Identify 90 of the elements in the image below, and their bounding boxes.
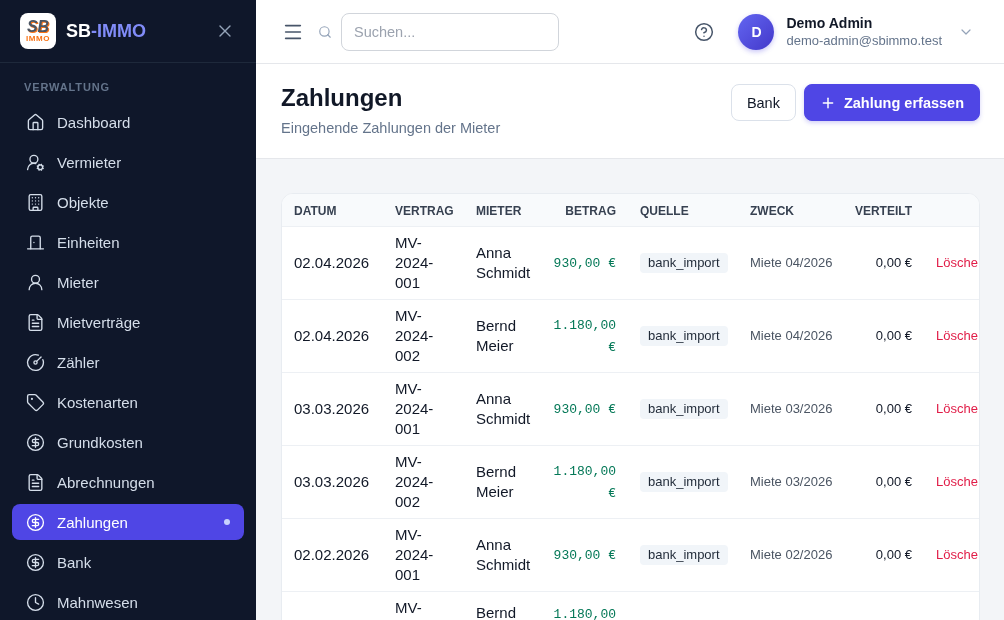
payment-amount: 1.180,00 € (553, 463, 616, 501)
clock-icon (26, 592, 45, 612)
source-tag: bank_import (640, 545, 728, 565)
search-icon (318, 24, 332, 39)
column-header: QUELLE (640, 203, 689, 218)
sidebar-item[interactable]: Einheiten (12, 224, 244, 260)
tenant-name: Anna Schmidt (476, 243, 531, 281)
dollar-coin-icon (26, 552, 45, 572)
dollar-coin-icon (26, 432, 45, 452)
page-subtitle: Eingehende Zahlungen der Mieter (281, 119, 501, 138)
delete-link[interactable]: Lösche (936, 255, 978, 270)
bank-button[interactable]: Bank (730, 84, 796, 121)
payment-amount: 930,00 € (553, 401, 616, 417)
source-tag: bank_import (640, 326, 728, 346)
delete-link[interactable]: Lösche (936, 328, 978, 343)
sidebar-item[interactable]: Mietverträge (12, 304, 244, 340)
payment-purpose: Miete 04/2026 (750, 255, 833, 270)
payment-date: 03.03.2026 (294, 399, 370, 417)
distributed-amount: 0,00 € (875, 255, 912, 270)
sidebar-item[interactable]: Zähler (12, 344, 244, 380)
page-title: Zahlungen (281, 84, 403, 112)
user-email: demo-admin@sbimmo.test (786, 32, 942, 49)
search-field[interactable]: Suchen... (341, 12, 559, 51)
contract-number: MV-2024-001 (395, 525, 434, 583)
sidebar-item[interactable]: Objekte (12, 184, 244, 220)
dollar-coin-icon (26, 512, 45, 532)
payment-purpose: Miete 03/2026 (750, 401, 833, 416)
column-header: VERTRAG (395, 203, 454, 218)
sidebar-item[interactable]: Grundkosten (12, 424, 244, 460)
tag-icon (26, 392, 45, 412)
delete-link[interactable]: Lösche (936, 474, 978, 489)
brand-name: SB-IMMO (66, 20, 146, 42)
sidebar-item[interactable]: Zahlungen (12, 504, 244, 540)
payment-date: 02.04.2026 (294, 326, 370, 344)
payment-amount: 1.180,00 € (553, 317, 616, 355)
column-header: MIETER (476, 203, 522, 218)
door-icon (26, 232, 45, 252)
user-icon (26, 272, 45, 292)
payment-date: 03.03.2026 (294, 472, 370, 490)
sidebar-item[interactable]: Mahnwesen (12, 584, 244, 620)
section-label: VERWALTUNG (23, 81, 111, 93)
gauge-icon (26, 352, 45, 372)
tenant-name: Bernd (476, 603, 517, 620)
column-header: DATUM (294, 203, 337, 218)
help-icon[interactable] (694, 21, 715, 42)
user-cog-icon (26, 152, 45, 172)
distributed-amount: 0,00 € (875, 547, 912, 562)
sidebar-item[interactable]: Kostenarten (12, 384, 244, 420)
sidebar-item[interactable]: Abrechnungen (12, 464, 244, 500)
active-dot-icon (224, 519, 230, 525)
sidebar-item[interactable]: Dashboard (12, 104, 244, 140)
distributed-amount: 0,00 € (875, 401, 912, 416)
payment-purpose: Miete 03/2026 (750, 474, 833, 489)
distributed-amount: 0,00 € (875, 328, 912, 343)
contract-number: MV- (395, 598, 422, 616)
document-icon (26, 472, 45, 492)
tenant-name: Bernd Meier (476, 316, 517, 354)
payment-date: 02.04.2026 (294, 253, 370, 271)
payment-purpose: Miete 04/2026 (750, 328, 833, 343)
distributed-amount: 0,00 € (875, 474, 912, 489)
source-tag: bank_import (640, 399, 728, 419)
tenant-name: Anna Schmidt (476, 389, 531, 427)
source-tag: bank_import (640, 253, 728, 273)
user-name: Demo Admin (786, 14, 873, 32)
contract-number: MV-2024-002 (395, 306, 434, 364)
sidebar-item[interactable]: Bank (12, 544, 244, 580)
logo: SB IMMO (20, 13, 56, 49)
contract-number: MV-2024-002 (395, 452, 434, 510)
contract-number: MV-2024-001 (395, 379, 434, 437)
payment-amount: 930,00 € (553, 255, 616, 271)
payment-amount: 1.180,00 (553, 606, 616, 620)
add-payment-button[interactable]: Zahlung erfassen (803, 84, 980, 121)
column-header: ZWECK (750, 203, 794, 218)
document-icon (26, 312, 45, 332)
column-header: BETRAG (565, 203, 616, 218)
home-icon (26, 112, 45, 132)
sidebar-item[interactable]: Vermieter (12, 144, 244, 180)
sidebar-item[interactable]: Mieter (12, 264, 244, 300)
payment-date: 02.02.2026 (294, 545, 370, 563)
source-tag: bank_import (640, 472, 728, 492)
contract-number: MV-2024-001 (395, 233, 434, 291)
column-header: VERTEILT (854, 203, 912, 218)
tenant-name: Bernd Meier (476, 462, 517, 500)
payment-amount: 930,00 € (553, 547, 616, 563)
payment-purpose: Miete 02/2026 (750, 547, 833, 562)
tenant-name: Anna Schmidt (476, 535, 531, 573)
delete-link[interactable]: Lösche (936, 401, 978, 416)
delete-link[interactable]: Lösche (936, 547, 978, 562)
avatar[interactable]: D (738, 13, 775, 50)
building-icon (26, 192, 45, 212)
